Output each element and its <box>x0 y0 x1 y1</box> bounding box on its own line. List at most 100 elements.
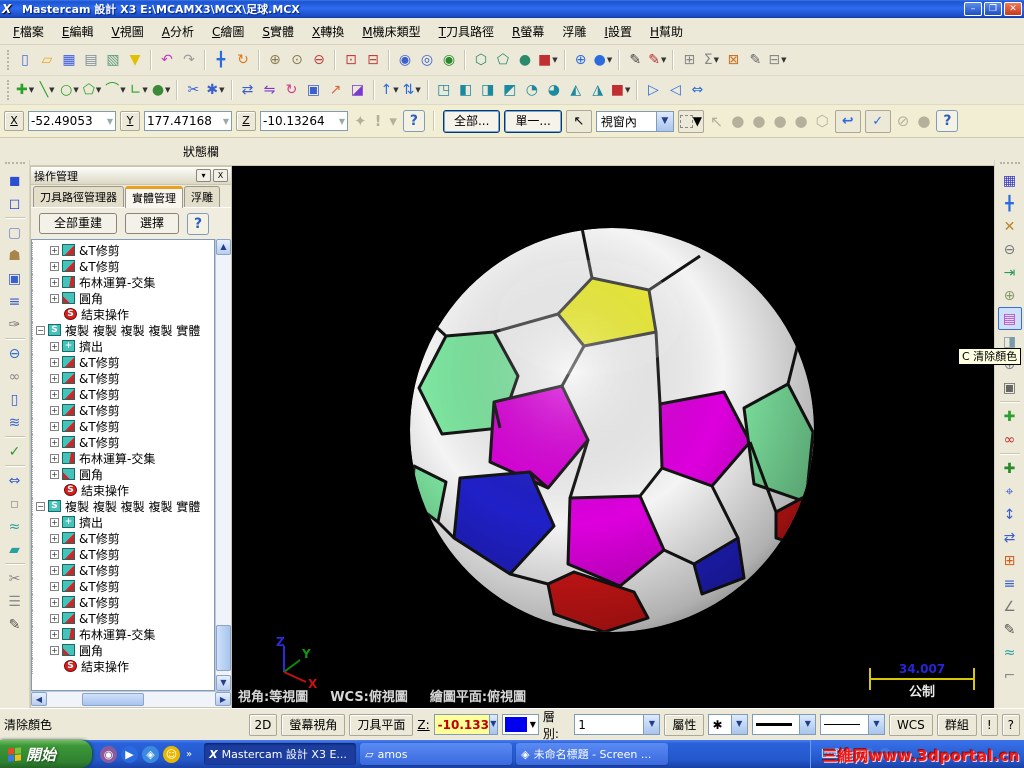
xform-project-icon[interactable]: ◪ <box>347 79 369 101</box>
scroll-left-icon[interactable]: ◀ <box>31 692 47 706</box>
tree-row[interactable]: + 圓角 <box>32 642 214 658</box>
z-coordinate-button[interactable]: Z <box>236 111 256 131</box>
scroll-up-icon[interactable]: ▲ <box>216 239 231 255</box>
add-point-icon[interactable]: ✚ <box>998 457 1022 480</box>
wireframe-sphere-icon[interactable]: ⊕ <box>998 284 1022 307</box>
color-cycle-icon[interactable]: ▤ <box>997 307 1022 330</box>
menu-S[interactable]: S實體 <box>253 20 303 43</box>
dashed-box-icon[interactable]: ▫ <box>3 492 27 515</box>
color-swatch-select[interactable]: ▼ <box>501 714 539 735</box>
gview-wireframe-icon[interactable]: ⬠ <box>492 49 514 71</box>
grid-snap-icon[interactable]: ⊞ <box>998 549 1022 572</box>
quick-launch-overflow-icon[interactable]: » <box>186 749 192 760</box>
solid-shell-icon[interactable]: ◕ <box>543 79 565 101</box>
ruler-icon[interactable]: ⌐ <box>998 664 1022 687</box>
pen-edit-icon[interactable]: ✎ <box>998 618 1022 641</box>
graphics-viewport[interactable]: Z Y X 視角:等視圖 WCS:俯視圖 繪圖平面:俯視圖 34.007 公制 <box>232 166 994 708</box>
level-up-icon[interactable]: ↑ ▼ <box>379 79 401 101</box>
chevron-down-icon[interactable]: ▼ <box>867 715 884 734</box>
comb-icon[interactable]: ☰ <box>3 590 27 613</box>
tree-row[interactable]: + &T修剪 <box>32 594 214 610</box>
expand-icon[interactable]: + <box>50 565 59 575</box>
zoom-previous-icon[interactable]: ⊟ <box>362 49 384 71</box>
zoom-out-icon[interactable]: ⊖ <box>308 49 330 71</box>
tree-row[interactable]: − S 複製 複製 複製 複製 實體 <box>32 498 214 514</box>
selection-help-button[interactable]: ? <box>936 110 959 132</box>
glasses-icon[interactable]: ∞ <box>998 428 1022 451</box>
tree-horizontal-scrollbar[interactable]: ◀ ▶ <box>31 691 231 707</box>
panel-help-button[interactable]: ? <box>187 212 210 235</box>
warning-button[interactable]: ! <box>980 713 998 736</box>
quick-launch-browser-icon[interactable]: ◈ <box>142 745 159 763</box>
restore-button[interactable]: ❐ <box>984 2 1002 16</box>
wave-surface-icon[interactable]: ≈ <box>998 641 1022 664</box>
tree-row[interactable]: + &T修剪 <box>32 354 214 370</box>
expand-icon[interactable]: + <box>50 613 59 623</box>
expand-icon[interactable]: + <box>50 645 59 655</box>
expand-icon[interactable]: + <box>50 517 59 527</box>
chevron-down-icon[interactable]: ▼ <box>730 715 747 734</box>
menu-I[interactable]: I設置 <box>595 20 641 43</box>
menu-浮雕[interactable]: 浮雕 <box>553 20 595 43</box>
tree-row[interactable]: S 結束操作 <box>32 658 214 674</box>
chevron-down-icon[interactable]: ▼ <box>488 715 497 734</box>
y-coordinate-field[interactable]: 177.47168 ▼ <box>144 111 232 131</box>
scroll-down-icon[interactable]: ▼ <box>216 675 231 691</box>
find-entity-icon[interactable]: ◉ <box>394 49 416 71</box>
waves-icon[interactable]: ≈ <box>3 515 27 538</box>
cylinder-icon[interactable]: ▯ <box>3 388 27 411</box>
expand-icon[interactable]: + <box>50 437 59 447</box>
check-plant-icon[interactable]: ✓ <box>3 440 27 463</box>
create-polygon-icon[interactable]: ⬠ ▼ <box>81 79 104 101</box>
line-style-select[interactable]: ▼ <box>751 714 817 735</box>
pan-view-icon[interactable]: ╋ <box>998 192 1022 215</box>
line-width-select[interactable]: ▼ <box>820 714 885 735</box>
menu-E[interactable]: E編輯 <box>53 20 103 43</box>
tree-row[interactable]: + &T修剪 <box>32 546 214 562</box>
chevron-down-icon[interactable]: ▼ <box>339 117 345 126</box>
scrollbar-thumb[interactable] <box>216 625 231 671</box>
tab-2[interactable]: 浮雕 <box>184 186 220 207</box>
regen-all-button[interactable]: 全部重建 <box>39 213 118 234</box>
camera-icon[interactable]: ▣ <box>998 376 1022 399</box>
xform-offset-icon[interactable]: ▣ <box>303 79 325 101</box>
tree-row[interactable]: + 圓角 <box>32 290 214 306</box>
quick-launch-messenger-icon[interactable]: ☺ <box>163 745 180 763</box>
wcs-button[interactable]: WCS <box>888 713 933 736</box>
expand-icon[interactable]: + <box>50 277 59 287</box>
tab-0[interactable]: 刀具路徑管理器 <box>33 186 124 207</box>
zoom-minus-icon[interactable]: ⊖ <box>998 238 1022 261</box>
quick-launch-player-icon[interactable]: ▶ <box>121 745 138 763</box>
tree-row[interactable]: + &T修剪 <box>32 610 214 626</box>
minimize-button[interactable]: – <box>964 2 982 16</box>
solid-extrude-icon[interactable]: ◳ <box>433 79 455 101</box>
tree-row[interactable]: + &T修剪 <box>32 386 214 402</box>
plane-select-icon[interactable]: ● ▼ <box>592 49 615 71</box>
solid-draft-icon[interactable]: ◮ <box>587 79 609 101</box>
list-view-icon[interactable]: ≡ <box>998 572 1022 595</box>
chevron-down-icon[interactable]: ▼ <box>693 114 702 128</box>
level-select[interactable]: 1 ▼ <box>574 714 661 735</box>
tree-row[interactable]: + &T修剪 <box>32 418 214 434</box>
tree-row[interactable]: S 結束操作 <box>32 482 214 498</box>
menu-X[interactable]: X轉換 <box>303 20 353 43</box>
angle-measure-icon[interactable]: ∠ <box>998 595 1022 618</box>
select-all-button[interactable]: 全部... <box>442 109 501 133</box>
create-arc-icon[interactable]: ○ ▼ <box>58 79 81 101</box>
collapse-icon[interactable]: − <box>36 501 45 511</box>
z-depth-field[interactable]: -10.133 ▼ <box>433 714 498 735</box>
expand-icon[interactable]: + <box>50 453 59 463</box>
expand-icon[interactable]: + <box>50 357 59 367</box>
expand-icon[interactable]: + <box>50 389 59 399</box>
selection-mode-select[interactable]: 視窗內 ▼ <box>595 110 674 132</box>
menu-M[interactable]: M機床類型 <box>353 20 429 43</box>
print-icon[interactable]: ▤ <box>80 49 102 71</box>
menu-V[interactable]: V視圖 <box>103 20 153 43</box>
quick-launch-media-icon[interactable]: ◉ <box>100 745 117 763</box>
tab-1[interactable]: 實體管理 <box>125 186 183 208</box>
tree-row[interactable]: + + 擠出 <box>32 338 214 354</box>
cplane-prev-icon[interactable]: ◁ <box>664 79 686 101</box>
expand-icon[interactable]: + <box>50 261 59 271</box>
tree-row[interactable]: S 結束操作 <box>32 306 214 322</box>
create-sphere-icon[interactable]: ● ▼ <box>150 79 173 101</box>
